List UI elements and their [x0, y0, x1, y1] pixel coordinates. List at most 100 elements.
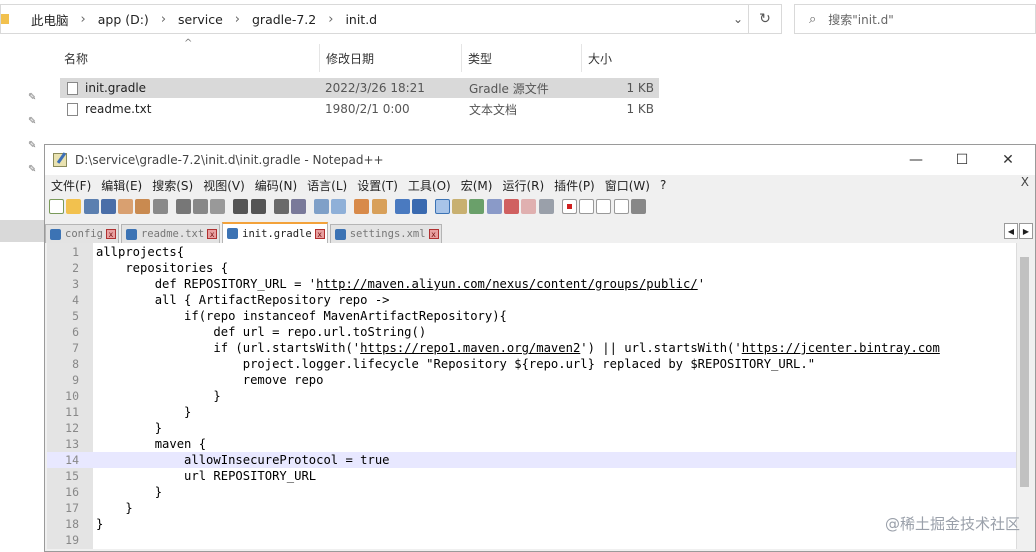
- breadcrumb-drive[interactable]: app (D:): [98, 12, 149, 27]
- close-document-icon[interactable]: X: [1021, 175, 1029, 189]
- code-editor[interactable]: 1 allprojects{2 repositories {3 def REPOS…: [47, 243, 1033, 549]
- word-wrap-icon[interactable]: [394, 198, 410, 214]
- show-all-chars-icon[interactable]: [411, 198, 427, 214]
- menu-view[interactable]: 视图(V): [203, 177, 245, 194]
- zoom-out-icon[interactable]: [331, 198, 347, 214]
- tab-readme[interactable]: readme.txt x: [120, 224, 221, 243]
- menu-plugins[interactable]: 插件(P): [554, 177, 595, 194]
- function-list-icon[interactable]: [486, 198, 502, 214]
- close-button[interactable]: ✕: [985, 145, 1031, 175]
- nav-pane-selected-item[interactable]: [0, 220, 46, 242]
- menu-window[interactable]: 窗口(W): [605, 177, 650, 194]
- menu-search[interactable]: 搜索(S): [152, 177, 193, 194]
- minimize-button[interactable]: —: [893, 145, 939, 175]
- code-line[interactable]: 3 def REPOSITORY_URL = 'http://maven.ali…: [47, 276, 1017, 292]
- menu-edit[interactable]: 编辑(E): [101, 177, 142, 194]
- title-bar[interactable]: D:\service\gradle-7.2\init.d\init.gradle…: [45, 145, 1035, 175]
- tab-settings-xml[interactable]: settings.xml x: [329, 224, 442, 243]
- copy-icon[interactable]: [193, 198, 209, 214]
- vertical-scrollbar[interactable]: [1016, 243, 1033, 549]
- redo-icon[interactable]: [250, 198, 266, 214]
- search-input[interactable]: 搜索"init.d": [828, 11, 893, 28]
- menu-tools[interactable]: 工具(O): [408, 177, 451, 194]
- cut-icon[interactable]: [175, 198, 191, 214]
- tab-scroll-left-icon[interactable]: ◀: [1004, 223, 1018, 239]
- code-line[interactable]: 16 }: [47, 484, 1017, 500]
- sync-horizontal-icon[interactable]: [371, 198, 387, 214]
- close-file-icon[interactable]: [118, 198, 134, 214]
- close-tab-icon[interactable]: x: [428, 229, 439, 239]
- pin-icon[interactable]: ✎: [28, 92, 36, 103]
- tab-init-gradle[interactable]: init.gradle x: [222, 222, 328, 243]
- code-line[interactable]: 18}: [47, 516, 1017, 532]
- code-line[interactable]: 6 def url = repo.url.toString(): [47, 324, 1017, 340]
- close-tab-icon[interactable]: x: [314, 228, 325, 239]
- find-icon[interactable]: [273, 198, 289, 214]
- paste-icon[interactable]: [210, 198, 226, 214]
- tab-scroll-right-icon[interactable]: ▶: [1019, 223, 1033, 239]
- code-line[interactable]: 1 allprojects{: [47, 244, 1017, 260]
- address-bar[interactable]: 此电脑 › app (D:) › service › gradle-7.2 › init…: [0, 4, 782, 34]
- save-all-icon[interactable]: [100, 198, 116, 214]
- code-line[interactable]: 19: [47, 532, 1017, 548]
- column-header-name[interactable]: 名称: [58, 44, 320, 72]
- code-line[interactable]: 8 project.logger.lifecycle "Repository $…: [47, 356, 1017, 372]
- breadcrumb-this-pc[interactable]: 此电脑: [31, 10, 69, 29]
- file-row-readme[interactable]: readme.txt 1980/2/1 0:00 文本文档 1 KB: [60, 99, 659, 119]
- tab-config[interactable]: config x: [45, 224, 119, 243]
- close-tab-icon[interactable]: x: [105, 229, 116, 239]
- column-header-date[interactable]: 修改日期: [320, 44, 462, 72]
- play-macro-icon[interactable]: [596, 198, 612, 214]
- save-macro-icon[interactable]: [630, 198, 646, 214]
- code-line[interactable]: 2 repositories {: [47, 260, 1017, 276]
- code-line[interactable]: 12 }: [47, 420, 1017, 436]
- code-url-link[interactable]: https://jcenter.bintray.com: [742, 341, 940, 355]
- replace-icon[interactable]: [290, 198, 306, 214]
- menu-help[interactable]: ?: [660, 178, 666, 192]
- code-line[interactable]: 14 allowInsecureProtocol = true: [47, 452, 1017, 468]
- code-line[interactable]: 5 if(repo instanceof MavenArtifactReposi…: [47, 308, 1017, 324]
- record-macro-icon[interactable]: [561, 198, 577, 214]
- code-url-link[interactable]: http://maven.aliyun.com/nexus/content/gr…: [316, 277, 698, 291]
- close-tab-icon[interactable]: x: [207, 229, 218, 239]
- breadcrumb-init-d[interactable]: init.d: [345, 12, 377, 27]
- indent-guide-icon[interactable]: [434, 198, 450, 214]
- monitoring-icon[interactable]: [538, 198, 554, 214]
- menu-run[interactable]: 运行(R): [502, 177, 544, 194]
- new-file-icon[interactable]: [49, 198, 64, 214]
- maximize-button[interactable]: ☐: [939, 145, 985, 175]
- menu-language[interactable]: 语言(L): [307, 177, 347, 194]
- code-line[interactable]: 9 remove repo: [47, 372, 1017, 388]
- code-url-link[interactable]: https://repo1.maven.org/maven2: [360, 341, 580, 355]
- chevron-down-icon[interactable]: ⌄: [727, 5, 749, 33]
- scrollbar-thumb[interactable]: [1020, 257, 1029, 487]
- code-line[interactable]: 4 all { ArtifactRepository repo ->: [47, 292, 1017, 308]
- doc-map-icon[interactable]: [469, 198, 485, 214]
- pin-icon[interactable]: ✎: [28, 116, 36, 127]
- save-icon[interactable]: [83, 198, 99, 214]
- search-box[interactable]: ⌕ 搜索"init.d": [794, 4, 1036, 34]
- refresh-icon[interactable]: ↻: [748, 5, 781, 33]
- breadcrumb-gradle[interactable]: gradle-7.2: [252, 12, 316, 27]
- column-header-size[interactable]: 大小: [582, 44, 660, 72]
- undo-icon[interactable]: [233, 198, 249, 214]
- run-macro-multiple-icon[interactable]: [613, 198, 629, 214]
- document-list-icon[interactable]: [521, 198, 537, 214]
- file-row-init-gradle[interactable]: init.gradle 2022/3/26 18:21 Gradle 源文件 1…: [60, 78, 659, 98]
- zoom-in-icon[interactable]: [313, 198, 329, 214]
- code-line[interactable]: 10 }: [47, 388, 1017, 404]
- close-all-icon[interactable]: [135, 198, 151, 214]
- code-line[interactable]: 13 maven {: [47, 436, 1017, 452]
- folder-as-workspace-icon[interactable]: [504, 198, 520, 214]
- pin-icon[interactable]: ✎: [28, 164, 36, 175]
- code-line[interactable]: 17 }: [47, 500, 1017, 516]
- language-icon[interactable]: [452, 198, 468, 214]
- column-header-type[interactable]: 类型: [462, 44, 582, 72]
- code-line[interactable]: 7 if (url.startsWith('https://repo1.mave…: [47, 340, 1017, 356]
- code-line[interactable]: 15 url REPOSITORY_URL: [47, 468, 1017, 484]
- menu-file[interactable]: 文件(F): [51, 177, 91, 194]
- print-icon[interactable]: [152, 198, 168, 214]
- menu-encoding[interactable]: 编码(N): [255, 177, 297, 194]
- sync-vertical-icon[interactable]: [354, 198, 370, 214]
- menu-settings[interactable]: 设置(T): [357, 177, 398, 194]
